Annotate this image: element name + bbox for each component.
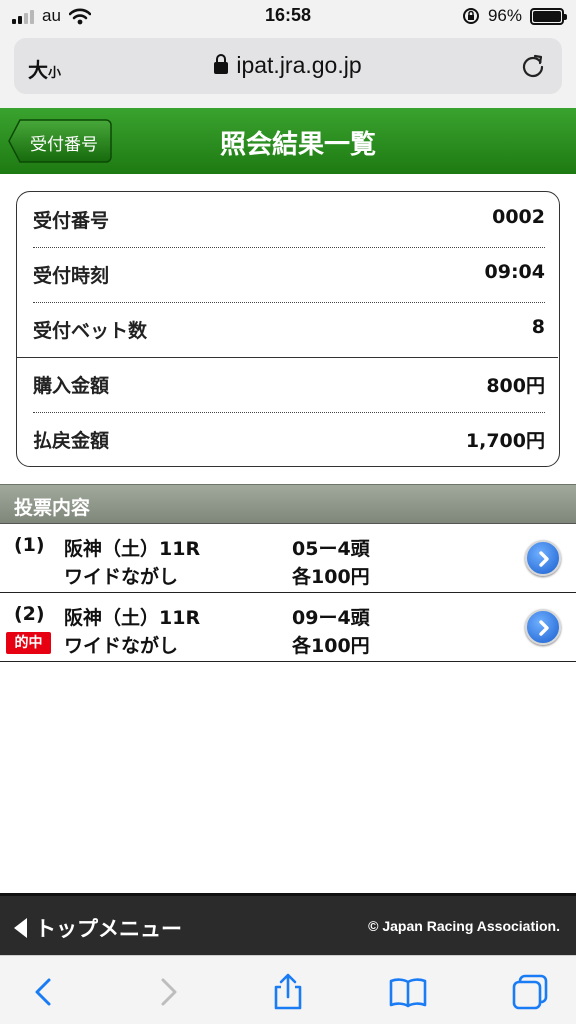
- lock-icon: [214, 54, 229, 74]
- top-menu-link[interactable]: トップメニュー: [14, 913, 182, 943]
- bet-race: 阪神（土）11R: [64, 607, 201, 629]
- battery-percent: 96%: [487, 6, 522, 25]
- bet-list-item[interactable]: (2) 阪神（土）11R 09ー4頭 的中 ワイドながし 各100円: [0, 593, 576, 662]
- page-title: 照会結果一覧: [219, 130, 376, 160]
- page-header: 受付番号 照会結果一覧: [0, 108, 576, 174]
- share-icon[interactable]: [268, 972, 308, 1012]
- page-footer: トップメニュー © Japan Racing Association.: [0, 893, 576, 955]
- bet-amount: 各100円: [292, 566, 370, 588]
- bet-list-item[interactable]: (1) 阪神（土）11R 05ー4頭 ワイドながし 各100円: [0, 524, 576, 593]
- hit-badge: 的中: [6, 632, 51, 654]
- browser-toolbar: [0, 955, 576, 1024]
- detail-arrow-button[interactable]: [525, 609, 561, 645]
- bet-race: 阪神（土）11R: [64, 538, 201, 560]
- summary-value: 09:04: [484, 261, 545, 283]
- bet-combination: 09ー4頭: [292, 607, 370, 629]
- summary-value: 8: [531, 316, 545, 338]
- bet-type: ワイドながし: [64, 635, 179, 657]
- chevron-right-icon: [539, 620, 549, 636]
- address-bar[interactable]: 大小 ipat.jra.go.jp: [14, 38, 562, 94]
- summary-row-receipt-time: 受付時刻 09:04: [33, 247, 545, 302]
- summary-label: 受付時刻: [33, 265, 110, 287]
- url-text[interactable]: ipat.jra.go.jp: [14, 52, 562, 79]
- summary-label: 払戻金額: [33, 430, 110, 452]
- bet-number: (2): [14, 603, 45, 625]
- copyright-text: © Japan Racing Association.: [368, 918, 560, 934]
- summary-row-bet-count: 受付ベット数 8: [33, 302, 545, 357]
- summary-row-payout-amount: 払戻金額 1,700円: [33, 412, 545, 467]
- bet-combination: 05ー4頭: [292, 538, 370, 560]
- bet-amount: 各100円: [292, 635, 370, 657]
- summary-row-purchase-amount: 購入金額 800円: [33, 357, 545, 412]
- summary-label: 受付ベット数: [33, 320, 148, 342]
- tabs-icon[interactable]: [510, 972, 550, 1012]
- summary-value: 1,700円: [465, 430, 545, 452]
- back-icon[interactable]: [24, 972, 64, 1012]
- bet-number: (1): [14, 534, 45, 556]
- summary-card: 受付番号 0002 受付時刻 09:04 受付ベット数 8 購入金額 800円 …: [16, 191, 560, 467]
- orientation-lock-icon: [462, 8, 479, 24]
- browser-address-area: 大小 ipat.jra.go.jp: [0, 34, 576, 108]
- section-title: 投票内容: [14, 497, 91, 519]
- status-right: 96%: [462, 6, 567, 26]
- summary-value: 0002: [492, 206, 545, 228]
- chevron-right-icon: [539, 551, 549, 567]
- bookmarks-icon[interactable]: [388, 972, 428, 1012]
- section-header: 投票内容: [0, 484, 576, 524]
- forward-icon[interactable]: [148, 972, 188, 1012]
- battery-icon: [530, 7, 567, 25]
- summary-row-receipt-number: 受付番号 0002: [33, 192, 545, 247]
- reload-icon[interactable]: [520, 53, 546, 79]
- summary-label: 購入金額: [33, 375, 110, 397]
- url-host: ipat.jra.go.jp: [236, 52, 362, 78]
- triangle-left-icon: [14, 918, 27, 938]
- bet-type: ワイドながし: [64, 566, 179, 588]
- status-bar: au 16:58 96%: [0, 0, 576, 34]
- summary-value: 800円: [486, 375, 545, 397]
- detail-arrow-button[interactable]: [525, 540, 561, 576]
- top-menu-label: トップメニュー: [35, 917, 182, 941]
- summary-label: 受付番号: [33, 210, 110, 232]
